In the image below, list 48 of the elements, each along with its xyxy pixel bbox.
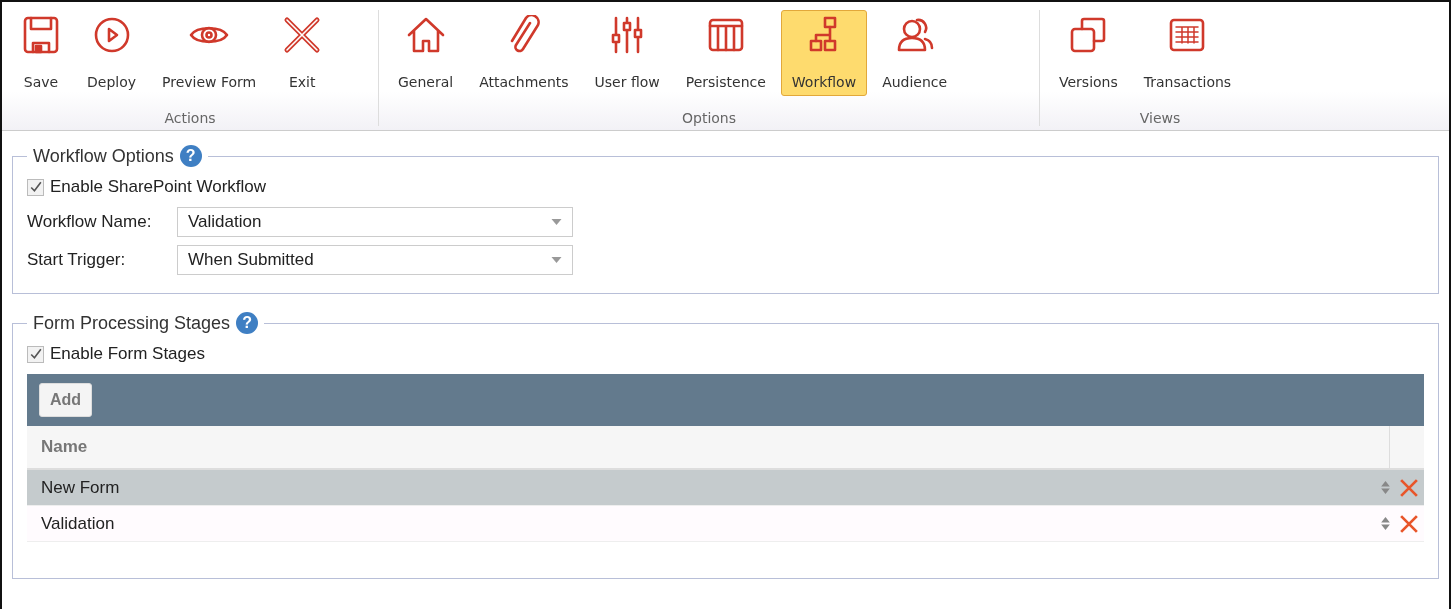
sliders-icon: [611, 16, 643, 54]
caret-icon: [551, 257, 562, 263]
eye-icon: [189, 26, 229, 44]
ribbon-button[interactable]: Exit: [271, 10, 334, 96]
ribbon-button[interactable]: Preview Form: [151, 10, 268, 96]
workflow-icon: [809, 16, 837, 52]
ribbon-button[interactable]: General: [387, 10, 465, 96]
field-label: Workflow Name:: [27, 212, 153, 232]
dropdown-field[interactable]: Validation: [177, 207, 573, 237]
ribbon-button[interactable]: Attachments: [468, 10, 580, 96]
checkbox[interactable]: [27, 178, 44, 196]
help-icon[interactable]: ?: [179, 145, 202, 167]
group-label: Views: [1138, 109, 1182, 126]
stage-row[interactable]: Validation: [27, 506, 1424, 542]
spreadsheet-icon: [1170, 18, 1205, 52]
field-label: Start Trigger:: [27, 250, 127, 270]
copy-icon: [1071, 17, 1106, 53]
ribbon-button[interactable]: Transactions: [1132, 10, 1243, 96]
people-icon: [897, 18, 933, 52]
ribbon-button[interactable]: Versions: [1048, 10, 1129, 96]
paperclip-icon: [510, 15, 540, 53]
delete-icon[interactable]: [1400, 478, 1418, 497]
checkbox[interactable]: [27, 345, 44, 363]
ribbon-button[interactable]: Workflow: [780, 10, 868, 96]
close-icon: [284, 17, 320, 53]
add-button[interactable]: Add: [39, 383, 93, 417]
table-columns-icon: [708, 18, 744, 52]
ribbon-button[interactable]: User flow: [583, 10, 671, 96]
house-icon: [407, 17, 444, 53]
caret-icon: [551, 219, 562, 225]
play-icon: [94, 17, 129, 53]
ribbon-button[interactable]: Persistence: [674, 10, 777, 96]
ribbon-button[interactable]: Deploy: [76, 10, 148, 96]
stage-row[interactable]: New Form: [27, 470, 1424, 506]
checkbox-label: Enable SharePoint Workflow: [50, 177, 267, 197]
sort-icon[interactable]: [1381, 481, 1390, 494]
dropdown-field[interactable]: When Submitted: [177, 245, 573, 275]
ribbon-button[interactable]: Save: [10, 10, 72, 96]
help-icon[interactable]: ?: [236, 312, 259, 334]
delete-icon[interactable]: [1400, 514, 1418, 533]
section-title: Workflow Options: [33, 145, 174, 167]
group-label: Options: [681, 109, 737, 126]
column-header: Name: [27, 426, 1390, 468]
ribbon-button[interactable]: Audience: [871, 10, 959, 96]
group-label: Actions: [163, 109, 217, 126]
checkbox-label: Enable Form Stages: [50, 344, 205, 364]
section-title: Form Processing Stages: [33, 312, 231, 334]
sort-icon[interactable]: [1381, 517, 1390, 530]
